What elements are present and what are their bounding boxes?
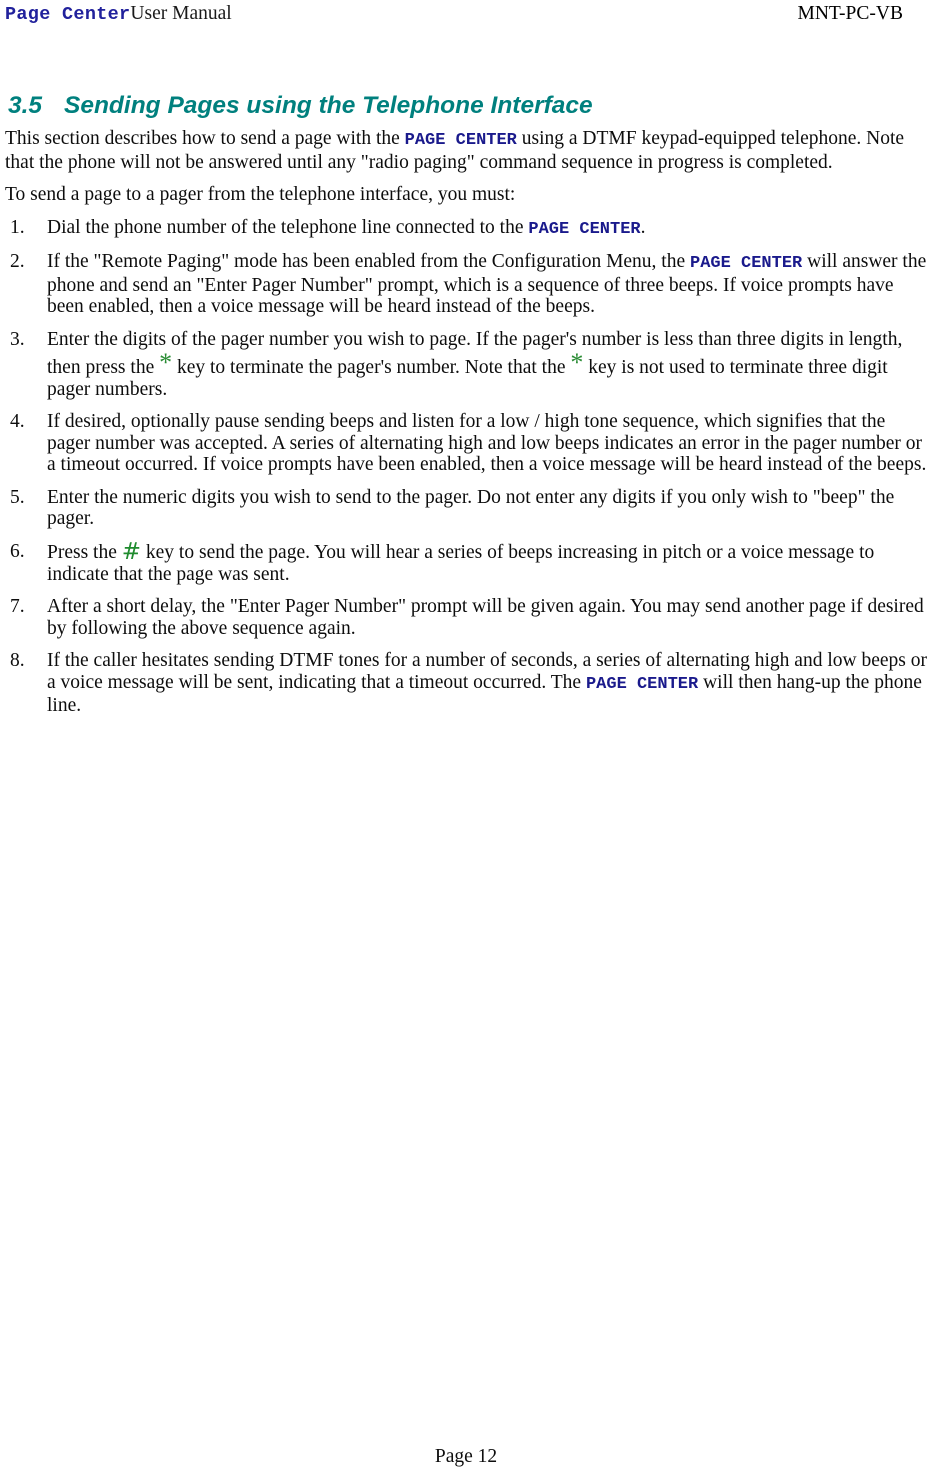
page-number-label: Page 12: [434, 1446, 498, 1467]
hash-key-icon: #: [121, 538, 142, 565]
document-page: Page CenterUser Manual MNT-PC-VB 3.5 Send…: [0, 0, 932, 1482]
section-heading: 3.5 Sending Pages using the Telephone Int…: [8, 92, 924, 120]
step-6-text-b: key to send the page. You will hear a se…: [47, 541, 875, 585]
list-item-marker: 5.: [10, 486, 25, 508]
document-header: Page CenterUser Manual MNT-PC-VB: [5, 3, 903, 29]
step-6-text-a: Press the: [47, 541, 122, 563]
header-left: Page CenterUser Manual: [5, 3, 232, 26]
intro-p1-part-a: This section describes how to send a pag…: [5, 128, 405, 149]
intro-paragraph-2: To send a page to a pager from the telep…: [5, 184, 516, 205]
section-title: Sending Pages using the Telephone Interf…: [64, 92, 593, 119]
list-item: 6. Press the # key to send the page. You …: [5, 538, 931, 586]
list-item-marker: 7.: [10, 596, 25, 617]
brand-page-center-header: Page Center: [5, 4, 131, 25]
list-item: 3. Enter the digits of the pager number y…: [5, 329, 931, 401]
list-item-marker: 6.: [10, 540, 25, 562]
brand-page-center-inline: PAGE CENTER: [404, 131, 517, 150]
step-7-text: After a short delay, the "Enter Pager Nu…: [47, 596, 924, 639]
star-key-icon: *: [570, 348, 584, 377]
star-key-icon: *: [159, 348, 173, 377]
list-item-marker: 1.: [10, 216, 25, 238]
list-item-marker: 2.: [10, 251, 25, 272]
list-item: 8. If the caller hesitates sending DTMF t…: [5, 650, 931, 717]
brand-page-center-inline: PAGE CENTER: [585, 674, 699, 694]
procedure-step-list: 1. Dial the phone number of the telephone…: [5, 217, 931, 717]
list-item: 4. If desired, optionally pause sending b…: [5, 411, 931, 476]
list-item: 1. Dial the phone number of the telephone…: [5, 217, 931, 241]
header-model-code: MNT-PC-VB: [797, 3, 903, 24]
step-3-text-b: key to terminate the pager's number. Not…: [172, 357, 571, 378]
step-5-text: Enter the numeric digits you wish to sen…: [47, 486, 895, 530]
section-number: 3.5: [8, 92, 43, 119]
step-2-text-a: If the "Remote Paging" mode has been ena…: [47, 251, 691, 272]
header-manual-label: User Manual: [130, 3, 232, 24]
intro-paragraph-1: This section describes how to send a pag…: [5, 128, 931, 173]
step-1-text-b: .: [640, 216, 646, 238]
list-item: 5. Enter the numeric digits you wish to s…: [5, 487, 931, 530]
list-item-marker: 3.: [10, 328, 25, 350]
list-item-marker: 8.: [10, 650, 25, 671]
step-1-text-a: Dial the phone number of the telephone l…: [47, 216, 529, 238]
list-item-marker: 4.: [10, 411, 25, 432]
page-footer: Page 12: [0, 1446, 932, 1468]
brand-page-center-inline: PAGE CENTER: [528, 219, 641, 239]
list-item: 7. After a short delay, the "Enter Pager …: [5, 596, 931, 639]
brand-page-center-inline: PAGE CENTER: [690, 254, 803, 273]
document-body: This section describes how to send a pag…: [5, 128, 931, 728]
list-item: 2. If the "Remote Paging" mode has been e…: [5, 251, 931, 318]
step-4-text: If desired, optionally pause sending bee…: [47, 411, 927, 475]
